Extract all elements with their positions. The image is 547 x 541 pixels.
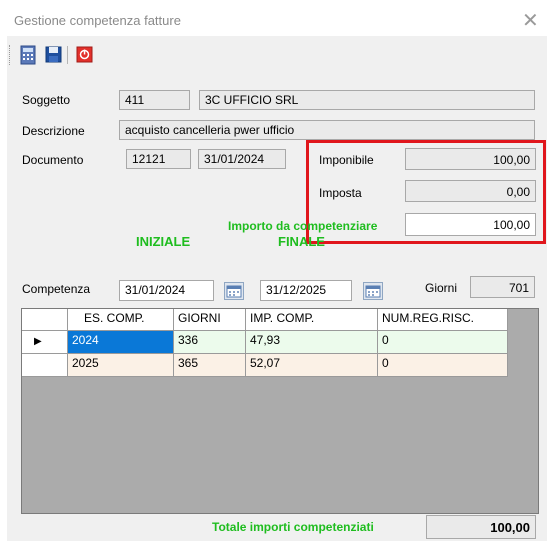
table-row-cell-num[interactable]: 0	[378, 354, 508, 377]
imposta-field: 0,00	[405, 180, 536, 202]
table-row-cell-es[interactable]: 2025	[68, 354, 174, 377]
iniziale-label: INIZIALE	[136, 234, 191, 249]
documento-label: Documento	[22, 153, 84, 167]
giorni-field: 701	[470, 276, 535, 298]
table-row-cell-imp[interactable]: 52,07	[246, 354, 378, 377]
soggetto-code-field: 411	[119, 90, 190, 110]
table-row-cell-giorni[interactable]: 365	[174, 354, 246, 377]
finale-label: FINALE	[278, 234, 325, 249]
giorni-label: Giorni	[425, 281, 458, 295]
soggetto-label: Soggetto	[22, 93, 71, 107]
totale-field: 100,00	[426, 515, 536, 539]
totale-label: Totale importi competenziati	[212, 520, 374, 534]
window-title: Gestione competenza fatture	[14, 13, 181, 28]
imponibile-field: 100,00	[405, 148, 536, 170]
calculator-icon[interactable]	[18, 44, 40, 66]
documento-date-field: 31/01/2024	[198, 149, 286, 169]
exit-icon[interactable]	[74, 44, 96, 66]
data-iniziale-input[interactable]: 31/01/2024	[119, 280, 214, 301]
calendar-finale-icon[interactable]	[363, 282, 383, 300]
toolbar-separator	[67, 46, 68, 64]
toolbar-grip	[9, 45, 12, 65]
imponibile-label: Imponibile	[319, 153, 374, 167]
data-finale-input[interactable]: 31/12/2025	[260, 280, 352, 301]
close-icon[interactable]: ✕	[522, 8, 539, 32]
descrizione-label: Descrizione	[22, 124, 85, 138]
table-row-cell-num[interactable]: 0	[378, 331, 508, 354]
documento-number-field: 12121	[126, 149, 191, 169]
competenza-label: Competenza	[22, 282, 91, 296]
table-row-cell-imp[interactable]: 47,93	[246, 331, 378, 354]
save-icon[interactable]	[43, 44, 65, 66]
column-header-giorni[interactable]: GIORNI	[174, 309, 246, 331]
importo-da-competenziare-input[interactable]: 100,00	[405, 213, 536, 236]
descrizione-field: acquisto cancelleria pwer ufficio	[119, 120, 535, 140]
importo-da-competenziare-label: Importo da competenziare	[228, 219, 378, 233]
column-header-imp-comp[interactable]: IMP. COMP.	[246, 309, 378, 331]
imposta-label: Imposta	[319, 186, 362, 200]
table-row-cell-es[interactable]: 2024	[68, 331, 174, 354]
row-header[interactable]	[22, 354, 68, 377]
column-header-es-comp[interactable]: ES. COMP.	[68, 309, 174, 331]
column-header-num-reg-risc[interactable]: NUM.REG.RISC.	[378, 309, 508, 331]
competenze-grid[interactable]: ES. COMP. GIORNI IMP. COMP. NUM.REG.RISC…	[21, 308, 539, 514]
table-row-cell-giorni[interactable]: 336	[174, 331, 246, 354]
soggetto-name-field: 3C UFFICIO SRL	[199, 90, 535, 110]
calendar-iniziale-icon[interactable]	[224, 282, 244, 300]
grid-corner-header	[22, 309, 68, 331]
current-row-indicator-icon[interactable]: ▶	[22, 331, 68, 354]
